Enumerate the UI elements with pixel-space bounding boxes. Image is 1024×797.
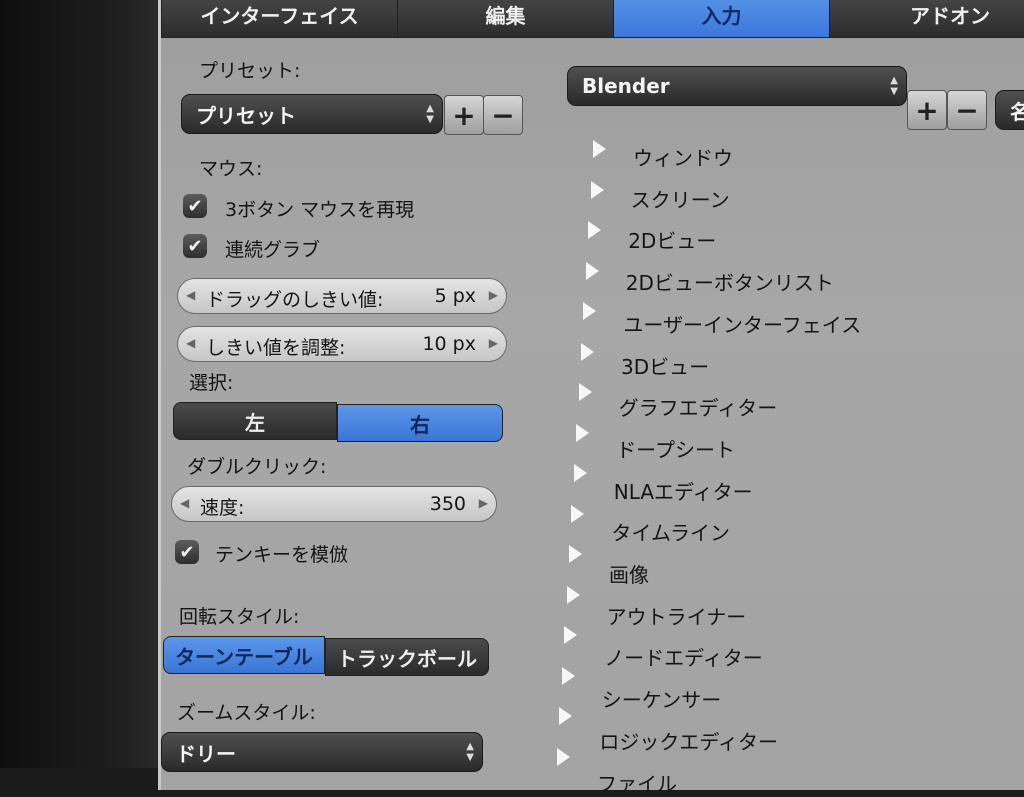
increment-arrow-icon[interactable]: ▶ — [479, 496, 488, 510]
keymap-category-label: アウトライナー — [606, 604, 747, 629]
decrement-arrow-icon[interactable]: ◀ — [186, 336, 195, 350]
keymap-category-label: スクリーン — [630, 187, 730, 212]
keymap-category-label: 画像 — [609, 563, 649, 587]
keymap-name-button-label: 名 — [1010, 99, 1024, 124]
updown-arrows-icon: ▲ ▼ — [466, 741, 474, 763]
double-click-speed-field[interactable]: ◀ 速度: 350 ▶ — [171, 486, 497, 522]
decrement-arrow-icon[interactable]: ◀ — [186, 288, 195, 302]
select-right-button[interactable]: 右 — [337, 404, 503, 442]
emulate-3button-label: 3ボタン マウスを再現 — [225, 199, 415, 221]
preset-section-label: プリセット: — [199, 60, 301, 82]
increment-arrow-icon[interactable]: ▶ — [489, 288, 498, 302]
keymap-category-label: タイムライン — [611, 521, 730, 546]
double-click-speed-label: 速度: — [200, 497, 245, 519]
preferences-panel: インターフェイス 編集 入力 アドオン プリセット: プリセット ▲ ▼ + − … — [158, 0, 1024, 796]
tweak-threshold-value: 10 px — [422, 333, 476, 355]
expand-triangle-icon[interactable] — [559, 707, 573, 725]
select-left-button[interactable]: 左 — [173, 402, 337, 440]
updown-arrows-icon: ▲ ▼ — [890, 75, 898, 97]
keymap-preset-dropdown[interactable]: Blender ▲ ▼ — [567, 66, 907, 106]
expand-triangle-icon[interactable] — [585, 261, 599, 280]
zoom-style-dropdown[interactable]: ドリー ▲ ▼ — [161, 732, 483, 772]
tab-editing[interactable]: 編集 — [397, 0, 614, 38]
expand-triangle-icon[interactable] — [561, 666, 575, 685]
select-section-label: 選択: — [189, 372, 234, 394]
drag-threshold-label: ドラッグのしきい値: — [206, 289, 384, 311]
expand-triangle-icon[interactable] — [588, 221, 602, 239]
expand-triangle-icon[interactable] — [576, 423, 590, 442]
keymap-category-label: ドープシート — [616, 437, 735, 462]
drag-threshold-value: 5 px — [434, 285, 476, 307]
keymap-category-label: ノードエディター — [604, 646, 763, 671]
monitor-bezel — [0, 0, 160, 768]
keymap-name-button[interactable]: 名 — [995, 90, 1024, 130]
rotation-turntable-button[interactable]: ターンテーブル — [163, 636, 325, 674]
expand-triangle-icon[interactable] — [593, 140, 606, 158]
tab-addons[interactable]: アドオン — [829, 0, 1024, 38]
expand-triangle-icon[interactable] — [581, 342, 594, 361]
keymap-category-label: 3Dビュー — [621, 354, 710, 379]
tweak-threshold-field[interactable]: ◀ しきい値を調整: 10 px ▶ — [177, 326, 507, 362]
keymap-add-button[interactable]: + — [907, 90, 947, 130]
expand-triangle-icon[interactable] — [583, 302, 597, 320]
keymap-category-label: 2Dビュー — [628, 229, 717, 254]
expand-triangle-icon[interactable] — [569, 545, 582, 563]
zoom-style-value: ドリー — [176, 741, 236, 766]
increment-arrow-icon[interactable]: ▶ — [489, 336, 498, 350]
keymap-category-label: 2Dビューボタンリスト — [625, 271, 834, 296]
expand-triangle-icon[interactable] — [557, 747, 570, 766]
keymap-category-label: ウィンドウ — [633, 146, 733, 170]
decrement-arrow-icon[interactable]: ◀ — [180, 496, 189, 510]
rotation-section-label: 回転スタイル: — [179, 606, 300, 628]
keymap-preset-value: Blender — [582, 74, 670, 98]
keymap-category-label: NLAエディター — [613, 479, 753, 504]
tab-interface[interactable]: インターフェイス — [161, 0, 398, 38]
expand-triangle-icon[interactable] — [590, 180, 604, 199]
continuous-grab-checkbox[interactable]: ✔ — [183, 234, 207, 258]
keymap-remove-button[interactable]: − — [947, 90, 987, 130]
expand-triangle-icon[interactable] — [564, 626, 578, 644]
keymap-category-label: シーケンサー — [601, 688, 722, 713]
double-click-section-label: ダブルクリック: — [187, 456, 327, 478]
preset-add-button[interactable]: + — [444, 95, 484, 135]
preset-dropdown-value: プリセット — [196, 103, 296, 128]
keymap-category-label: ファイル — [597, 771, 677, 796]
continuous-grab-label: 連続グラブ — [225, 239, 321, 261]
updown-arrows-icon: ▲ ▼ — [426, 103, 434, 125]
keymap-category-label: グラフエディター — [618, 396, 778, 421]
expand-triangle-icon[interactable] — [573, 464, 587, 482]
keymap-category-label: ユーザーインターフェイス — [623, 312, 862, 337]
emulate-numpad-checkbox[interactable]: ✔ — [175, 540, 199, 564]
expand-triangle-icon[interactable] — [571, 504, 585, 523]
emulate-numpad-label: テンキーを模倣 — [215, 544, 349, 566]
tab-input[interactable]: 入力 — [613, 0, 830, 38]
zoom-section-label: ズームスタイル: — [177, 702, 316, 724]
drag-threshold-field[interactable]: ◀ ドラッグのしきい値: 5 px ▶ — [177, 278, 507, 314]
mouse-section-label: マウス: — [199, 158, 263, 180]
preset-dropdown[interactable]: プリセット ▲ ▼ — [181, 94, 443, 134]
emulate-3button-checkbox[interactable]: ✔ — [183, 194, 207, 218]
rotation-trackball-button[interactable]: トラックボール — [325, 638, 489, 676]
keymap-category-label: ロジックエディター — [599, 729, 778, 754]
tweak-threshold-label: しきい値を調整: — [206, 337, 346, 359]
expand-triangle-icon[interactable] — [578, 383, 592, 401]
double-click-speed-value: 350 — [429, 493, 466, 515]
expand-triangle-icon[interactable] — [566, 585, 580, 604]
preset-remove-button[interactable]: − — [483, 95, 523, 135]
